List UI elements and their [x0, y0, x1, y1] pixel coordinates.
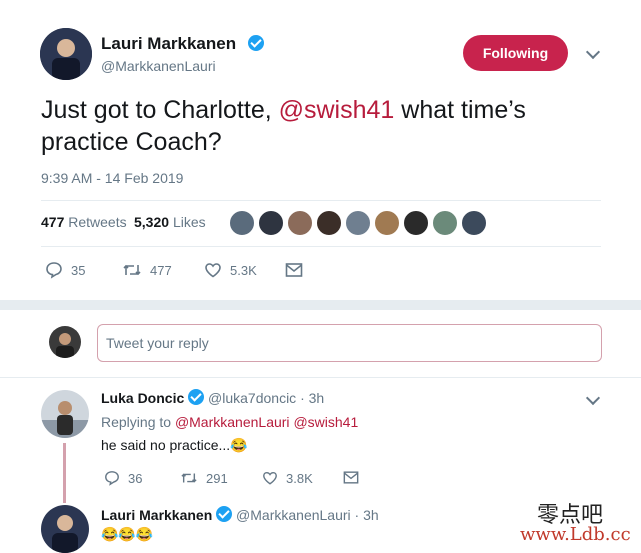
- retweet-icon: [181, 473, 197, 483]
- reply-author-avatar[interactable]: [41, 390, 89, 438]
- liker-avatar[interactable]: [258, 210, 284, 236]
- like-action[interactable]: 3.8K: [262, 470, 313, 486]
- retweet-count: 477: [150, 262, 172, 278]
- author-name[interactable]: Lauri Markkanen: [101, 34, 236, 54]
- user-avatar[interactable]: [49, 326, 81, 358]
- envelope-icon: [285, 263, 303, 277]
- retweet-icon: [123, 264, 141, 276]
- retweet-action[interactable]: 477: [122, 261, 172, 279]
- reply-author-handle[interactable]: @MarkkanenLauri: [236, 507, 351, 523]
- reply-author-avatar[interactable]: [41, 505, 89, 553]
- liker-avatars[interactable]: [229, 210, 487, 236]
- retweet-action[interactable]: 291: [180, 470, 228, 486]
- reply-input[interactable]: Tweet your reply: [97, 324, 602, 362]
- reply-author-name[interactable]: Luka Doncic: [101, 390, 184, 406]
- mention-link[interactable]: @swish41: [293, 414, 358, 430]
- liker-avatar[interactable]: [461, 210, 487, 236]
- following-button[interactable]: Following: [463, 35, 568, 71]
- like-count: 5.3K: [230, 262, 257, 278]
- liker-avatar[interactable]: [229, 210, 255, 236]
- message-action[interactable]: [285, 262, 303, 278]
- liker-avatar[interactable]: [287, 210, 313, 236]
- tweet-text: Just got to Charlotte, @swish41 what tim…: [41, 94, 601, 158]
- reply-header: Luka Doncic @luka7doncic · 3h: [101, 389, 324, 406]
- message-action[interactable]: [343, 470, 359, 485]
- divider: [41, 200, 601, 201]
- verified-icon: [216, 506, 233, 522]
- reply-action[interactable]: 35: [45, 261, 85, 279]
- retweets-label: Retweets: [68, 214, 127, 230]
- reply-thread-line: [63, 443, 66, 503]
- reply-text: 😂😂😂: [101, 526, 154, 542]
- reply-count: 36: [128, 470, 143, 486]
- liker-avatar[interactable]: [316, 210, 342, 236]
- like-action[interactable]: 5.3K: [204, 261, 257, 279]
- retweets-count: 477: [41, 214, 65, 230]
- verified-icon: [188, 389, 205, 405]
- liker-avatar[interactable]: [432, 210, 458, 236]
- chevron-down-icon[interactable]: [585, 390, 601, 406]
- tweet-text-part: Just got to Charlotte,: [41, 96, 279, 124]
- reply-action[interactable]: 36: [104, 470, 142, 486]
- retweets-stat[interactable]: 477 Retweets: [41, 214, 127, 230]
- likes-stat[interactable]: 5,320 Likes: [134, 214, 206, 230]
- envelope-icon: [343, 471, 359, 484]
- watermark-url: www.Ldb.cc: [520, 524, 631, 545]
- replying-to-label: Replying to: [101, 414, 172, 430]
- reply-author-name[interactable]: Lauri Markkanen: [101, 507, 212, 523]
- chevron-down-icon[interactable]: [585, 44, 601, 60]
- liker-avatar[interactable]: [374, 210, 400, 236]
- heart-icon: [205, 263, 221, 278]
- retweet-count: 291: [206, 470, 228, 486]
- divider: [0, 377, 641, 378]
- liker-avatar[interactable]: [403, 210, 429, 236]
- mention-link[interactable]: @MarkkanenLauri: [175, 414, 290, 430]
- reply-icon: [46, 262, 62, 279]
- reply-icon: [105, 471, 119, 486]
- mention-link[interactable]: @swish41: [279, 96, 395, 124]
- author-handle[interactable]: @MarkkanenLauri: [101, 58, 216, 74]
- reply-time[interactable]: · 3h: [300, 390, 324, 406]
- verified-icon: [248, 35, 264, 51]
- tweet-timestamp[interactable]: 9:39 AM - 14 Feb 2019: [41, 170, 183, 186]
- section-separator: [0, 300, 641, 310]
- replying-to: Replying to @MarkkanenLauri @swish41: [101, 414, 358, 430]
- reply-text: he said no practice...😂: [101, 437, 248, 453]
- divider: [41, 246, 601, 247]
- like-count: 3.8K: [286, 470, 313, 486]
- reply-count: 35: [71, 262, 86, 278]
- likes-count: 5,320: [134, 214, 170, 230]
- author-avatar[interactable]: [40, 28, 92, 80]
- liker-avatar[interactable]: [345, 210, 371, 236]
- likes-label: Likes: [172, 214, 206, 230]
- reply-time[interactable]: · 3h: [355, 507, 379, 523]
- reply-header: Lauri Markkanen @MarkkanenLauri · 3h: [101, 506, 379, 523]
- heart-icon: [263, 471, 277, 485]
- reply-author-handle[interactable]: @luka7doncic: [208, 390, 296, 406]
